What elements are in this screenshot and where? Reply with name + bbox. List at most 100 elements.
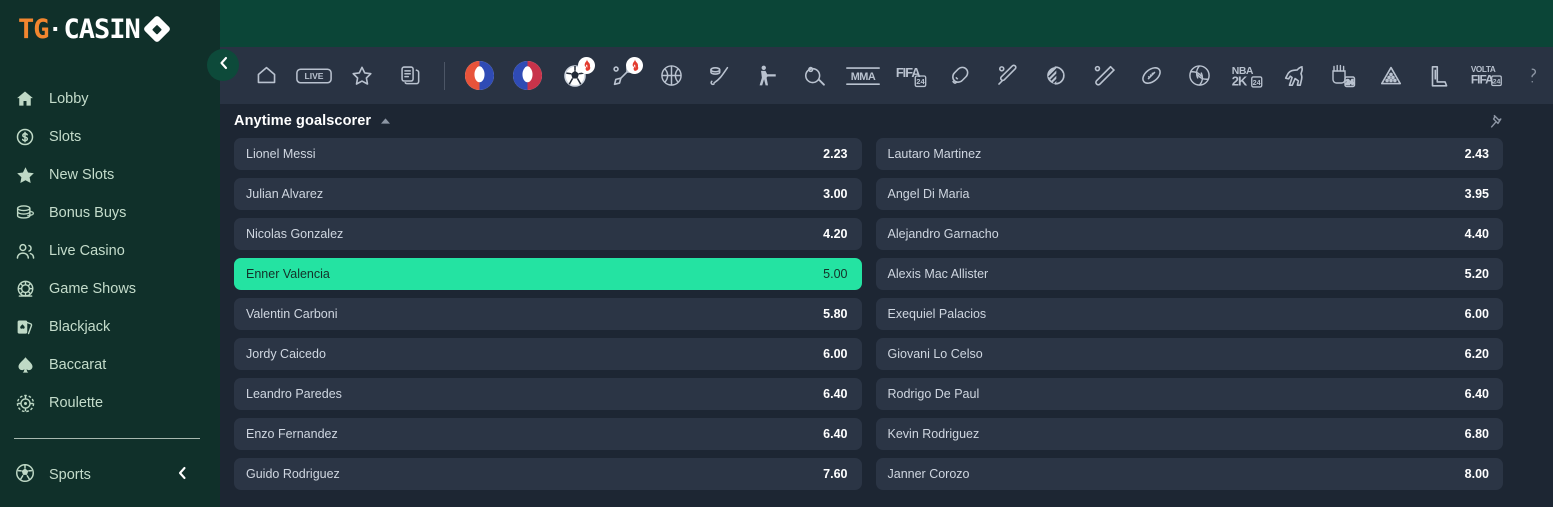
bet-row[interactable]: Valentin Carboni 5.80 — [234, 298, 862, 330]
sportstrip-rugby-icon[interactable] — [1127, 52, 1175, 100]
svg-text:24: 24 — [1253, 77, 1261, 86]
bet-selection-name: Angel Di Maria — [887, 187, 970, 201]
sidebar-item-label: Live Casino — [49, 243, 125, 259]
bet-row[interactable]: Kevin Rodriguez 6.80 — [875, 418, 1503, 450]
chevron-left-icon[interactable] — [176, 465, 188, 486]
logo-tg-text: TG — [18, 13, 50, 45]
sportstrip-snooker-icon[interactable] — [1367, 52, 1415, 100]
sidebar-item-slots[interactable]: Slots — [0, 118, 220, 156]
sports-category-strip[interactable]: LIVE MMA FIFA 24 NBA 2K 24 24 VOLTA FIFA… — [220, 47, 1553, 104]
bet-selection-name: Kevin Rodriguez — [887, 427, 980, 441]
bet-row[interactable]: Enner Valencia 5.00 — [234, 258, 862, 290]
sidebar-item-baccarat[interactable]: Baccarat — [0, 346, 220, 384]
wheel-icon — [14, 278, 36, 300]
sidebar-item-sports[interactable]: Sports — [0, 455, 220, 495]
logo-dot: · — [51, 13, 61, 44]
sidebar-item-label: Slots — [49, 129, 82, 145]
sidebar-item-roulette[interactable]: Roulette — [0, 384, 220, 422]
sportstrip-horse-racing-icon[interactable] — [1271, 52, 1319, 100]
fire-icon — [632, 59, 638, 71]
sportstrip-copa-america-icon[interactable] — [455, 52, 503, 100]
sportstrip-lol-icon[interactable] — [1415, 52, 1463, 100]
sportstrip-home-icon[interactable] — [242, 52, 290, 100]
bet-row[interactable]: Rodrigo De Paul 6.40 — [875, 378, 1503, 410]
bet-selection-name: Leandro Paredes — [246, 387, 342, 401]
bet-selection-name: Enner Valencia — [246, 267, 330, 281]
bet-selection-name: Janner Corozo — [887, 467, 970, 481]
bet-odds-value: 6.20 — [1464, 347, 1489, 361]
brand-logo[interactable]: TG · CASIN — [0, 0, 220, 58]
sportstrip-partial-icon[interactable] — [1511, 52, 1553, 100]
bet-row[interactable]: Guido Rodriguez 7.60 — [234, 458, 862, 490]
bet-row[interactable]: Alejandro Garnacho 4.40 — [875, 218, 1503, 250]
svg-text:LIVE: LIVE — [305, 71, 324, 81]
bet-row[interactable]: Leandro Paredes 6.40 — [234, 378, 862, 410]
sidebar-collapse-button[interactable] — [207, 49, 239, 81]
sidebar-item-new-slots[interactable]: New Slots — [0, 156, 220, 194]
dollar-coin-icon — [14, 126, 36, 148]
market-header[interactable]: Anytime goalscorer — [220, 104, 1553, 138]
bet-odds-value: 5.00 — [823, 267, 848, 281]
sidebar-item-bonus-buys[interactable]: Bonus Buys — [0, 194, 220, 232]
sidebar-item-label: Game Shows — [49, 281, 137, 297]
sportstrip-basketball-icon[interactable] — [647, 52, 695, 100]
bet-list-area: Lionel Messi 2.23 Lautaro Martinez 2.43 Juli… — [220, 138, 1553, 507]
star-icon — [14, 164, 36, 186]
sportstrip-baseball-icon[interactable] — [1079, 52, 1127, 100]
sidebar-item-label: Sports — [49, 467, 91, 483]
bet-row[interactable]: Jordy Caicedo 6.00 — [234, 338, 862, 370]
chevron-left-icon — [217, 55, 230, 76]
sportstrip-star-icon[interactable] — [338, 52, 386, 100]
sportstrip-counter-strike-icon[interactable] — [743, 52, 791, 100]
bet-odds-value: 3.00 — [823, 187, 848, 201]
content-pane: LIVE MMA FIFA 24 NBA 2K 24 24 VOLTA FIFA… — [220, 47, 1553, 507]
sidebar-item-lobby[interactable]: Lobby — [0, 80, 220, 118]
bet-row[interactable]: Julian Alvarez 3.00 — [234, 178, 862, 210]
sportstrip-handball-icon[interactable]: 24 — [1319, 52, 1367, 100]
sportstrip-dota-icon[interactable] — [1031, 52, 1079, 100]
sidebar-item-blackjack[interactable]: Blackjack — [0, 308, 220, 346]
bet-row[interactable]: Enzo Fernandez 6.40 — [234, 418, 862, 450]
bet-row[interactable]: Angel Di Maria 3.95 — [875, 178, 1503, 210]
bet-row[interactable]: Janner Corozo 8.00 — [875, 458, 1503, 490]
bet-odds-value: 4.40 — [1464, 227, 1489, 241]
svg-text:24: 24 — [1346, 80, 1354, 87]
bet-selection-name: Lionel Messi — [246, 147, 316, 161]
sportstrip-nba2k-icon[interactable]: NBA 2K 24 — [1223, 52, 1271, 100]
app-root: TG · CASIN Lobby Slots New Slots Bonus B… — [0, 0, 1553, 507]
bet-row[interactable]: Lionel Messi 2.23 — [234, 138, 862, 170]
page-title: Anytime goalscorer — [234, 113, 372, 129]
sidebar-item-label: Baccarat — [49, 357, 107, 373]
sportstrip-volta-fifa-icon[interactable]: VOLTA FIFA 24 — [1463, 52, 1511, 100]
sportstrip-boxing-icon[interactable] — [935, 52, 983, 100]
sportstrip-live-icon[interactable]: LIVE — [290, 52, 338, 100]
sportstrip-ice-hockey-icon[interactable] — [695, 52, 743, 100]
logo-diamond-icon — [142, 14, 171, 44]
bet-row[interactable]: Nicolas Gonzalez 4.20 — [234, 218, 862, 250]
sportstrip-soccer-icon[interactable] — [551, 52, 599, 100]
caret-up-icon[interactable] — [380, 117, 391, 125]
bet-row[interactable]: Giovani Lo Celso 6.20 — [875, 338, 1503, 370]
sportstrip-darts-icon[interactable] — [599, 52, 647, 100]
sportstrip-table-tennis-icon[interactable] — [791, 52, 839, 100]
fire-icon — [584, 59, 590, 71]
sportstrip-mma-icon[interactable]: MMA — [839, 52, 887, 100]
sportstrip-cricket-icon[interactable] — [983, 52, 1031, 100]
sidebar-item-live-casino[interactable]: Live Casino — [0, 232, 220, 270]
sidebar-item-label: Blackjack — [49, 319, 111, 335]
bet-row[interactable]: Lautaro Martinez 2.43 — [875, 138, 1503, 170]
sidebar-item-label: Lobby — [49, 91, 89, 107]
bet-selection-name: Valentin Carboni — [246, 307, 338, 321]
sportstrip-euro-cup-icon[interactable] — [503, 52, 551, 100]
sportstrip-betslip-icon[interactable] — [386, 52, 434, 100]
sportstrip-volleyball-icon[interactable] — [1175, 52, 1223, 100]
logo-casino-text: CASIN — [63, 13, 141, 45]
svg-text:2K: 2K — [1232, 73, 1248, 88]
sportstrip-fifa-icon[interactable]: FIFA 24 — [887, 52, 935, 100]
svg-text:MMA: MMA — [851, 70, 876, 82]
pin-icon[interactable] — [1489, 114, 1503, 129]
bet-row[interactable]: Exequiel Palacios 6.00 — [875, 298, 1503, 330]
top-header-bar — [220, 0, 1553, 47]
bet-row[interactable]: Alexis Mac Allister 5.20 — [875, 258, 1503, 290]
sidebar-item-game-shows[interactable]: Game Shows — [0, 270, 220, 308]
